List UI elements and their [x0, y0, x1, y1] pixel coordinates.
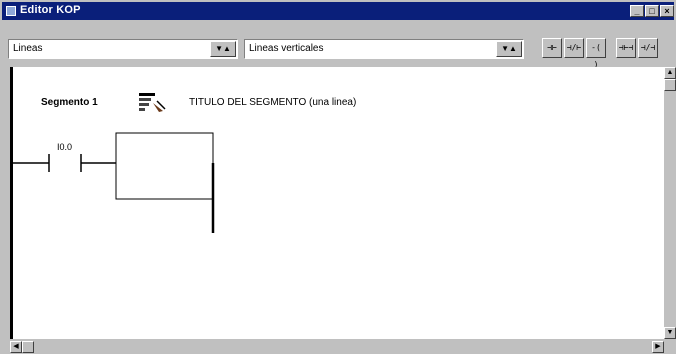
element-subtype-combo[interactable]: Lineas verticales ▼▲ — [244, 39, 524, 59]
element-type-dropdown-button[interactable]: ▼▲ — [210, 41, 236, 57]
scroll-up-button[interactable]: ▲ — [664, 67, 676, 79]
ladder-diagram — [13, 132, 215, 233]
scroll-right-button[interactable]: ▶ — [652, 341, 664, 353]
window-title: Editor KOP — [20, 4, 81, 16]
tool-button-2[interactable]: ⊣/⊢ — [564, 38, 584, 58]
horizontal-scroll-thumb[interactable] — [22, 341, 34, 353]
element-type-combo[interactable]: Lineas ▼▲ — [8, 39, 238, 59]
vertical-scroll-thumb[interactable] — [664, 79, 676, 91]
scroll-down-button[interactable]: ▼ — [664, 327, 676, 339]
vertical-scrollbar[interactable]: ▲ ▼ — [664, 67, 676, 339]
tool-button-4[interactable]: ⊣⊢⊣ — [616, 38, 636, 58]
editor-kop-window: Editor KOP _ □ × Lineas ▼▲ Lineas vertic… — [0, 0, 676, 354]
element-type-value: Lineas — [13, 43, 43, 54]
minimize-button[interactable]: _ — [630, 5, 644, 17]
toolbar: Lineas ▼▲ Lineas verticales ▼▲ ⊣⊢ ⊣/⊢ -(… — [2, 22, 674, 69]
close-button[interactable]: × — [660, 5, 674, 17]
horizontal-scrollbar[interactable]: ◀ ▶ — [10, 339, 664, 354]
title-bar[interactable]: Editor KOP _ □ × — [2, 2, 674, 20]
element-subtype-value: Lineas verticales — [249, 43, 324, 54]
empty-box-element — [115, 132, 214, 200]
tool-button-3[interactable]: -( ) — [586, 38, 606, 69]
maximize-button[interactable]: □ — [645, 5, 659, 17]
scroll-left-button[interactable]: ◀ — [10, 341, 22, 353]
tool-button-1[interactable]: ⊣⊢ — [542, 38, 562, 58]
ladder-editor-canvas[interactable]: Segmento 1 TITULO DEL SEGMENTO (una line… — [10, 67, 664, 339]
app-icon — [6, 6, 16, 16]
tool-button-5[interactable]: ⊣/⊣ — [638, 38, 658, 58]
element-subtype-dropdown-button[interactable]: ▼▲ — [496, 41, 522, 57]
